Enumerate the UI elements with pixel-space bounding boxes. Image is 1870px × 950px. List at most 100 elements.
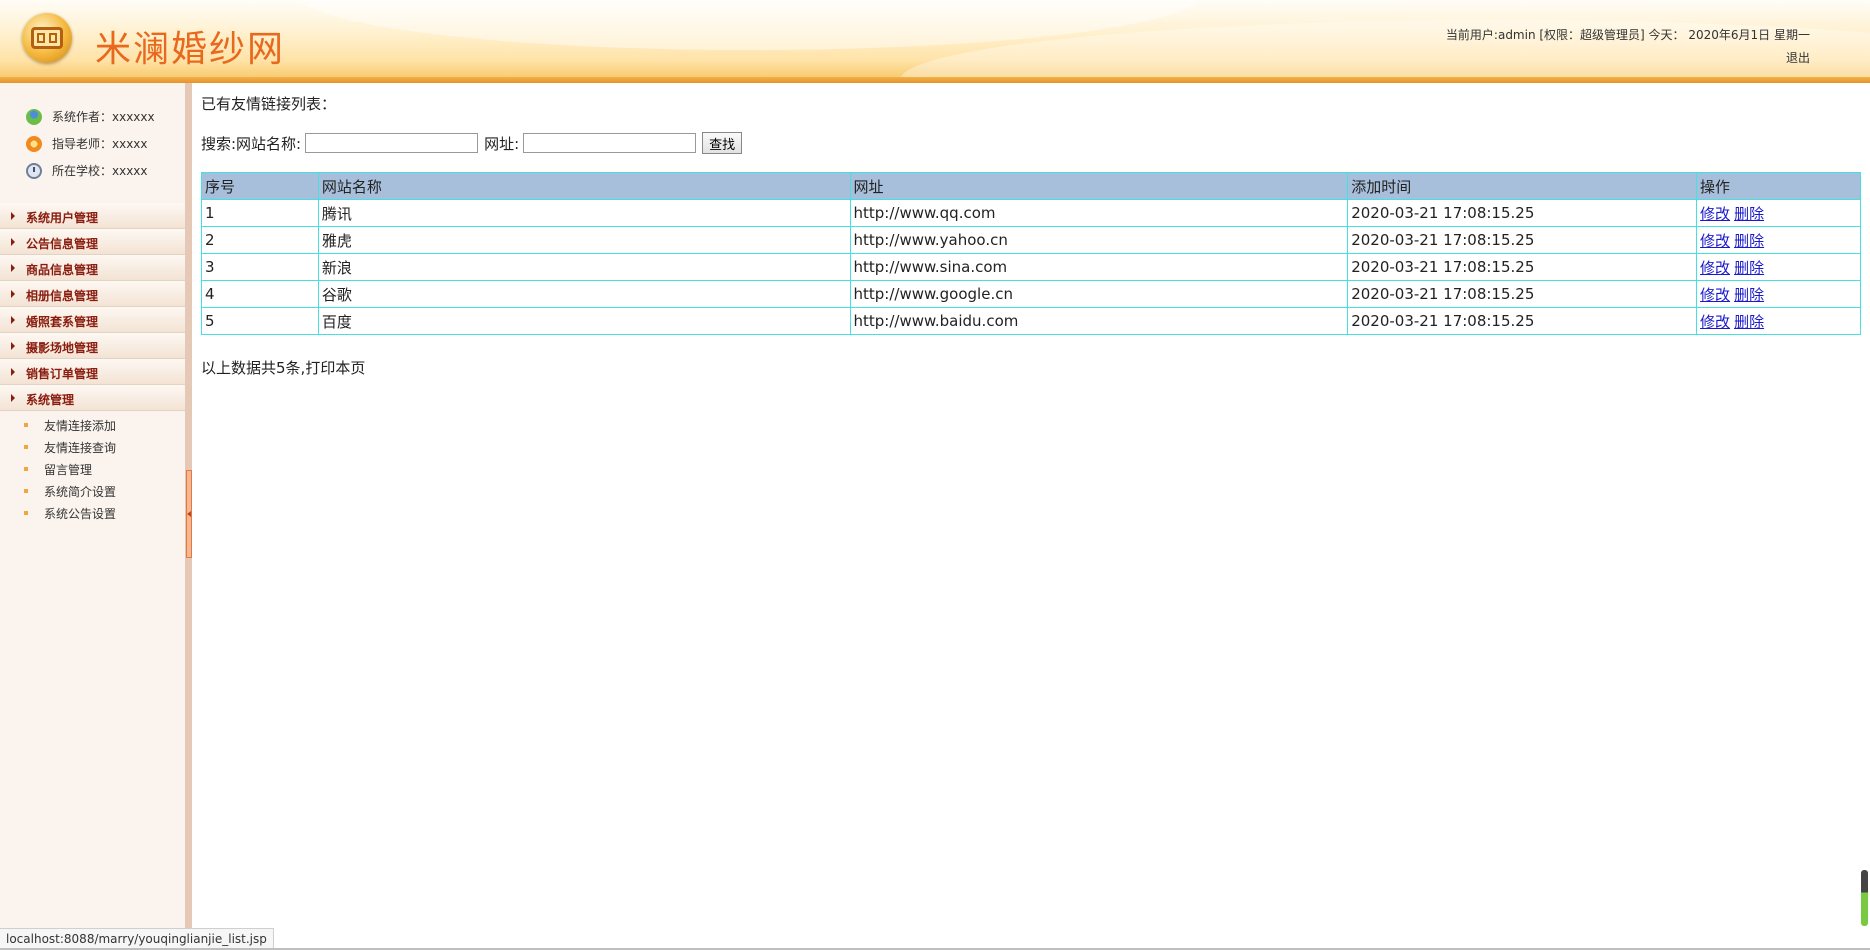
author-info-row: 所在学校：xxxxx: [26, 157, 155, 184]
submenu-item-link-add[interactable]: 友情连接添加: [0, 415, 185, 437]
submenu-label: 系统简介设置: [44, 485, 117, 499]
sidebar-item-album-management[interactable]: 相册信息管理: [0, 281, 185, 307]
edit-link[interactable]: 修改: [1700, 286, 1730, 304]
sidebar-item-order-management[interactable]: 销售订单管理: [0, 359, 185, 385]
teacher-icon: [26, 135, 42, 152]
site-logo-icon: [22, 13, 72, 63]
user-icon: [26, 108, 42, 125]
site-name-label: 搜索:网站名称:: [201, 134, 302, 153]
school-icon: [26, 162, 42, 179]
cell-actions: 修改 删除: [1696, 226, 1861, 254]
edit-link[interactable]: 修改: [1700, 259, 1730, 277]
cell-time: 2020-03-21 17:08:15.25: [1347, 226, 1698, 254]
sidebar-item-wedding-package-management[interactable]: 婚照套系管理: [0, 307, 185, 333]
table-row: 3 新浪 http://www.sina.com 2020-03-21 17:0…: [201, 253, 1861, 281]
scroll-indicator[interactable]: [1861, 870, 1868, 926]
chevron-right-icon: [11, 394, 15, 402]
status-bar-url: localhost:8088/marry/youqinglianjie_list…: [0, 928, 274, 950]
chevron-right-icon: [11, 264, 15, 272]
author-info-row: 指导老师：xxxxx: [26, 130, 155, 157]
cell-no: 4: [201, 280, 319, 308]
record-summary: 以上数据共5条,打印本页: [201, 357, 1861, 379]
submenu-item-message-management[interactable]: 留言管理: [0, 459, 185, 481]
edit-link[interactable]: 修改: [1700, 232, 1730, 250]
cell-no: 2: [201, 226, 319, 254]
cell-actions: 修改 删除: [1696, 253, 1861, 281]
submenu-label: 友情连接查询: [44, 441, 117, 455]
links-table: 序号 网站名称 网址 添加时间 操作 1 腾讯 http://www.qq.co…: [201, 172, 1861, 335]
sidebar-collapse-handle[interactable]: [186, 470, 192, 558]
header-bar: [0, 77, 1870, 83]
cell-no: 1: [201, 199, 319, 227]
site-title: 米澜婚纱网: [95, 29, 286, 70]
cell-name: 百度: [317, 307, 851, 335]
column-header-no: 序号: [201, 172, 319, 200]
main-content: 已有友情链接列表： 搜索:网站名称: 网址: 查找 序号 网站名称 网址 添加时…: [201, 90, 1861, 379]
print-page-link[interactable]: 打印本页: [305, 359, 365, 377]
page-header: 米澜婚纱网 当前用户:admin [权限：超级管理员] 今天： 2020年6月1…: [0, 0, 1870, 80]
cell-no: 5: [201, 307, 319, 335]
cell-url: http://www.yahoo.cn: [849, 226, 1349, 254]
sidebar-menu: 系统用户管理 公告信息管理 商品信息管理 相册信息管理 婚照套系管理 摄影场地管…: [0, 203, 185, 525]
column-header-actions: 操作: [1696, 172, 1861, 200]
sidebar-item-label: 摄影场地管理: [26, 341, 99, 355]
bullet-icon: [24, 511, 28, 515]
delete-link[interactable]: 删除: [1734, 205, 1764, 223]
url-label: 网址:: [484, 134, 520, 153]
edit-link[interactable]: 修改: [1700, 205, 1730, 223]
sidebar-item-label: 商品信息管理: [26, 263, 99, 277]
cell-actions: 修改 删除: [1696, 199, 1861, 227]
search-button[interactable]: 查找: [702, 132, 743, 154]
delete-link[interactable]: 删除: [1734, 286, 1764, 304]
column-header-name: 网站名称: [317, 172, 851, 200]
sidebar-item-label: 系统管理: [26, 393, 75, 407]
column-header-time: 添加时间: [1347, 172, 1698, 200]
cell-actions: 修改 删除: [1696, 307, 1861, 335]
author-label: 系统作者：xxxxxx: [52, 110, 155, 124]
sidebar-item-label: 婚照套系管理: [26, 315, 99, 329]
sidebar-item-studio-management[interactable]: 摄影场地管理: [0, 333, 185, 359]
sidebar-item-label: 销售订单管理: [26, 367, 99, 381]
submenu-label: 留言管理: [44, 463, 93, 477]
sidebar-item-notice-management[interactable]: 公告信息管理: [0, 229, 185, 255]
user-info: 当前用户:admin [权限：超级管理员] 今天： 2020年6月1日 星期一 …: [1446, 24, 1810, 70]
sidebar-item-label: 相册信息管理: [26, 289, 99, 303]
submenu-item-intro-settings[interactable]: 系统简介设置: [0, 481, 185, 503]
chevron-right-icon: [11, 368, 15, 376]
edit-link[interactable]: 修改: [1700, 313, 1730, 331]
cell-url: http://www.baidu.com: [849, 307, 1349, 335]
cell-url: http://www.google.cn: [849, 280, 1349, 308]
record-count-text: 以上数据共5条,: [201, 359, 306, 377]
chevron-right-icon: [11, 290, 15, 298]
submenu-item-notice-settings[interactable]: 系统公告设置: [0, 503, 185, 525]
chevron-right-icon: [11, 212, 15, 220]
delete-link[interactable]: 删除: [1734, 313, 1764, 331]
submenu-item-link-query[interactable]: 友情连接查询: [0, 437, 185, 459]
cell-no: 3: [201, 253, 319, 281]
cell-time: 2020-03-21 17:08:15.25: [1347, 253, 1698, 281]
chevron-right-icon: [11, 342, 15, 350]
table-row: 5 百度 http://www.baidu.com 2020-03-21 17:…: [201, 307, 1861, 335]
column-header-url: 网址: [849, 172, 1349, 200]
chevron-right-icon: [11, 238, 15, 246]
cell-url: http://www.qq.com: [849, 199, 1349, 227]
submenu-label: 友情连接添加: [44, 419, 117, 433]
delete-link[interactable]: 删除: [1734, 259, 1764, 277]
cell-url: http://www.sina.com: [849, 253, 1349, 281]
cell-time: 2020-03-21 17:08:15.25: [1347, 307, 1698, 335]
site-name-input[interactable]: [305, 133, 479, 153]
cell-name: 谷歌: [317, 280, 851, 308]
sidebar-item-system-management[interactable]: 系统管理: [0, 385, 185, 411]
url-input[interactable]: [523, 133, 697, 153]
sidebar-item-label: 公告信息管理: [26, 237, 99, 251]
bullet-icon: [24, 423, 28, 427]
sidebar-item-product-management[interactable]: 商品信息管理: [0, 255, 185, 281]
author-info-row: 系统作者：xxxxxx: [26, 103, 155, 130]
sidebar: 系统作者：xxxxxx 指导老师：xxxxx 所在学校：xxxxx 系统用户管理…: [0, 83, 185, 950]
bullet-icon: [24, 467, 28, 471]
bullet-icon: [24, 489, 28, 493]
author-info: 系统作者：xxxxxx 指导老师：xxxxx 所在学校：xxxxx: [26, 103, 155, 184]
logout-link[interactable]: 退出: [1786, 51, 1810, 65]
sidebar-item-user-management[interactable]: 系统用户管理: [0, 203, 185, 229]
delete-link[interactable]: 删除: [1734, 232, 1764, 250]
